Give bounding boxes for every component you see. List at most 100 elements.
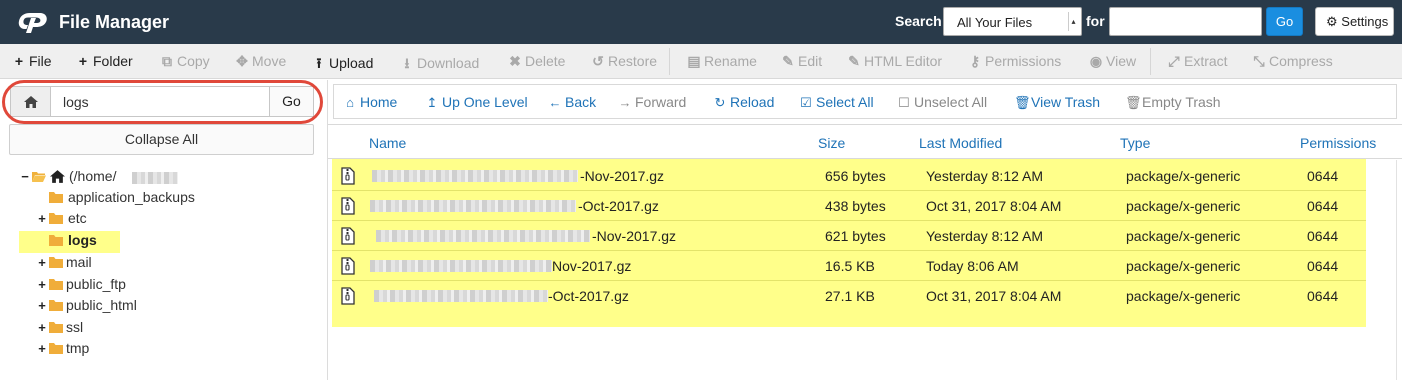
path-input[interactable]: [52, 87, 269, 116]
tree-label: ssl: [66, 319, 84, 335]
restore-icon: ↺: [592, 53, 604, 69]
tree-item-tmp[interactable]: + tmp: [0, 339, 320, 360]
upload-button[interactable]: ⭱ Upload: [311, 53, 374, 77]
file-modified: Yesterday 8:12 AM: [926, 228, 1044, 244]
redacted-filename: [372, 170, 578, 182]
path-go-button[interactable]: Go: [269, 87, 313, 116]
search-go-button[interactable]: Go: [1266, 7, 1303, 36]
delete-x-icon: ✖: [509, 53, 521, 69]
navigation-bar: ⌂ Home ↥ Up One Level ← Back → Forward ↻ Relo…: [333, 84, 1397, 119]
column-permissions[interactable]: Permissions: [1300, 135, 1376, 151]
key-icon: ⚷: [969, 53, 981, 69]
search-label: Search: [895, 13, 942, 29]
table-row[interactable]: -Nov-2017.gz 621 bytes Yesterday 8:12 AM…: [332, 221, 1366, 251]
folder-button[interactable]: + Folder: [75, 53, 133, 69]
sidebar: Go Collapse All − (/home/ application_ba…: [0, 80, 328, 380]
column-type[interactable]: Type: [1120, 135, 1150, 151]
folder-icon: [49, 279, 63, 290]
tree-label: etc: [68, 210, 87, 226]
file-size: 438 bytes: [825, 198, 886, 214]
copy-button[interactable]: ⧉ Copy: [159, 53, 210, 70]
view-button[interactable]: ◉ View: [1088, 53, 1136, 70]
tree-item-mail[interactable]: + mail: [0, 253, 320, 274]
tree-item-public-ftp[interactable]: + public_ftp: [0, 275, 320, 296]
folder-icon: [49, 300, 63, 311]
tree-label: tmp: [66, 340, 90, 356]
compress-button[interactable]: ⤡ Compress: [1251, 53, 1332, 70]
file-name: -Oct-2017.gz: [578, 198, 659, 214]
rename-button[interactable]: ▤ Rename: [686, 53, 757, 70]
settings-button[interactable]: ⚙ Settings: [1315, 7, 1394, 36]
collapse-toggle[interactable]: −: [20, 169, 30, 184]
redacted-filename: [370, 260, 552, 272]
expand-toggle[interactable]: +: [37, 211, 47, 226]
unselect-all-button[interactable]: ☐ Unselect All: [897, 94, 987, 111]
eye-icon: ◉: [1089, 53, 1103, 69]
tree-label: public_ftp: [66, 276, 126, 292]
move-button[interactable]: ✥ Move: [234, 53, 286, 70]
home-nav-button[interactable]: ⌂ Home: [343, 94, 397, 110]
up-one-level-button[interactable]: ↥ Up One Level: [425, 94, 528, 111]
expand-toggle[interactable]: +: [37, 277, 47, 292]
search-scope-value: All Your Files: [957, 15, 1033, 30]
expand-toggle[interactable]: +: [37, 341, 47, 356]
folder-icon: [49, 322, 63, 333]
search-input[interactable]: [1109, 7, 1262, 36]
select-all-button[interactable]: ☑ Select All: [799, 94, 873, 111]
column-size[interactable]: Size: [818, 135, 845, 151]
redacted-username: [132, 172, 178, 184]
file-name: -Nov-2017.gz: [592, 228, 677, 244]
arrow-left-icon: ←: [548, 95, 562, 110]
empty-trash-button[interactable]: 🗑Empty Trash: [1125, 94, 1221, 111]
expand-icon: ⤢: [1168, 53, 1180, 69]
expand-toggle[interactable]: +: [37, 298, 47, 313]
download-button[interactable]: ⭳ Download: [399, 53, 480, 77]
search-scope-select[interactable]: All Your Files ▴: [943, 7, 1082, 36]
table-row[interactable]: -Oct-2017.gz 438 bytes Oct 31, 2017 8:04…: [332, 191, 1366, 221]
file-table: Name Size Last Modified Type Permissions…: [328, 124, 1402, 380]
column-name[interactable]: Name: [369, 135, 406, 151]
file-permissions: 0644: [1307, 288, 1339, 304]
column-last-modified[interactable]: Last Modified: [919, 135, 1002, 151]
plus-icon: +: [14, 53, 24, 69]
file-permissions: 0644: [1307, 198, 1339, 214]
forward-button[interactable]: → Forward: [618, 94, 687, 110]
expand-toggle[interactable]: +: [37, 255, 47, 270]
collapse-all-button[interactable]: Collapse All: [9, 124, 314, 155]
reload-button[interactable]: ↻ Reload: [713, 94, 775, 111]
permissions-button[interactable]: ⚷ Permissions: [967, 53, 1061, 70]
file-type: package/x-generic: [1126, 198, 1241, 214]
table-row[interactable]: -Nov-2017.gz 656 bytes Yesterday 8:12 AM…: [332, 161, 1366, 191]
folder-icon: [49, 213, 63, 224]
home-icon[interactable]: [11, 87, 51, 116]
pencil-icon: ✎: [782, 53, 794, 69]
restore-button[interactable]: ↺ Restore: [590, 53, 657, 70]
action-toolbar: + File + Folder ⧉ Copy ✥ Move ⭱ Upload ⭳ Downl…: [0, 44, 1402, 79]
tree-item-public-html[interactable]: + public_html: [0, 296, 320, 317]
delete-button[interactable]: ✖ Delete: [507, 53, 565, 70]
view-trash-button[interactable]: 🗑View Trash: [1014, 94, 1100, 111]
file-button[interactable]: + File: [11, 53, 52, 69]
redacted-filename: [376, 230, 590, 242]
plus-icon: +: [78, 53, 88, 69]
file-size: 27.1 KB: [825, 288, 875, 304]
tree-item-home[interactable]: − (/home/: [0, 167, 320, 188]
trash-icon: 🗑: [1014, 95, 1031, 110]
html-editor-button[interactable]: ✎ HTML Editor: [846, 53, 942, 70]
file-modified: Today 8:06 AM: [926, 258, 1019, 274]
table-row[interactable]: -Oct-2017.gz 27.1 KB Oct 31, 2017 8:04 A…: [332, 281, 1366, 311]
home-icon: [50, 170, 65, 183]
tree-item-ssl[interactable]: + ssl: [0, 318, 320, 339]
tree-item-logs[interactable]: logs: [0, 231, 320, 252]
expand-toggle[interactable]: +: [37, 320, 47, 335]
toolbar-divider: [1150, 48, 1151, 75]
extract-button[interactable]: ⤢ Extract: [1166, 53, 1227, 70]
table-row[interactable]: Nov-2017.gz 16.5 KB Today 8:06 AM packag…: [332, 251, 1366, 281]
back-button[interactable]: ← Back: [548, 94, 597, 110]
tree-item-application-backups[interactable]: application_backups: [0, 188, 320, 209]
tree-item-etc[interactable]: + etc: [0, 209, 320, 230]
top-header: File Manager Search All Your Files ▴ for…: [0, 0, 1402, 44]
edit-button[interactable]: ✎ Edit: [780, 53, 822, 70]
file-type: package/x-generic: [1126, 228, 1241, 244]
file-icon: ▤: [687, 53, 701, 69]
